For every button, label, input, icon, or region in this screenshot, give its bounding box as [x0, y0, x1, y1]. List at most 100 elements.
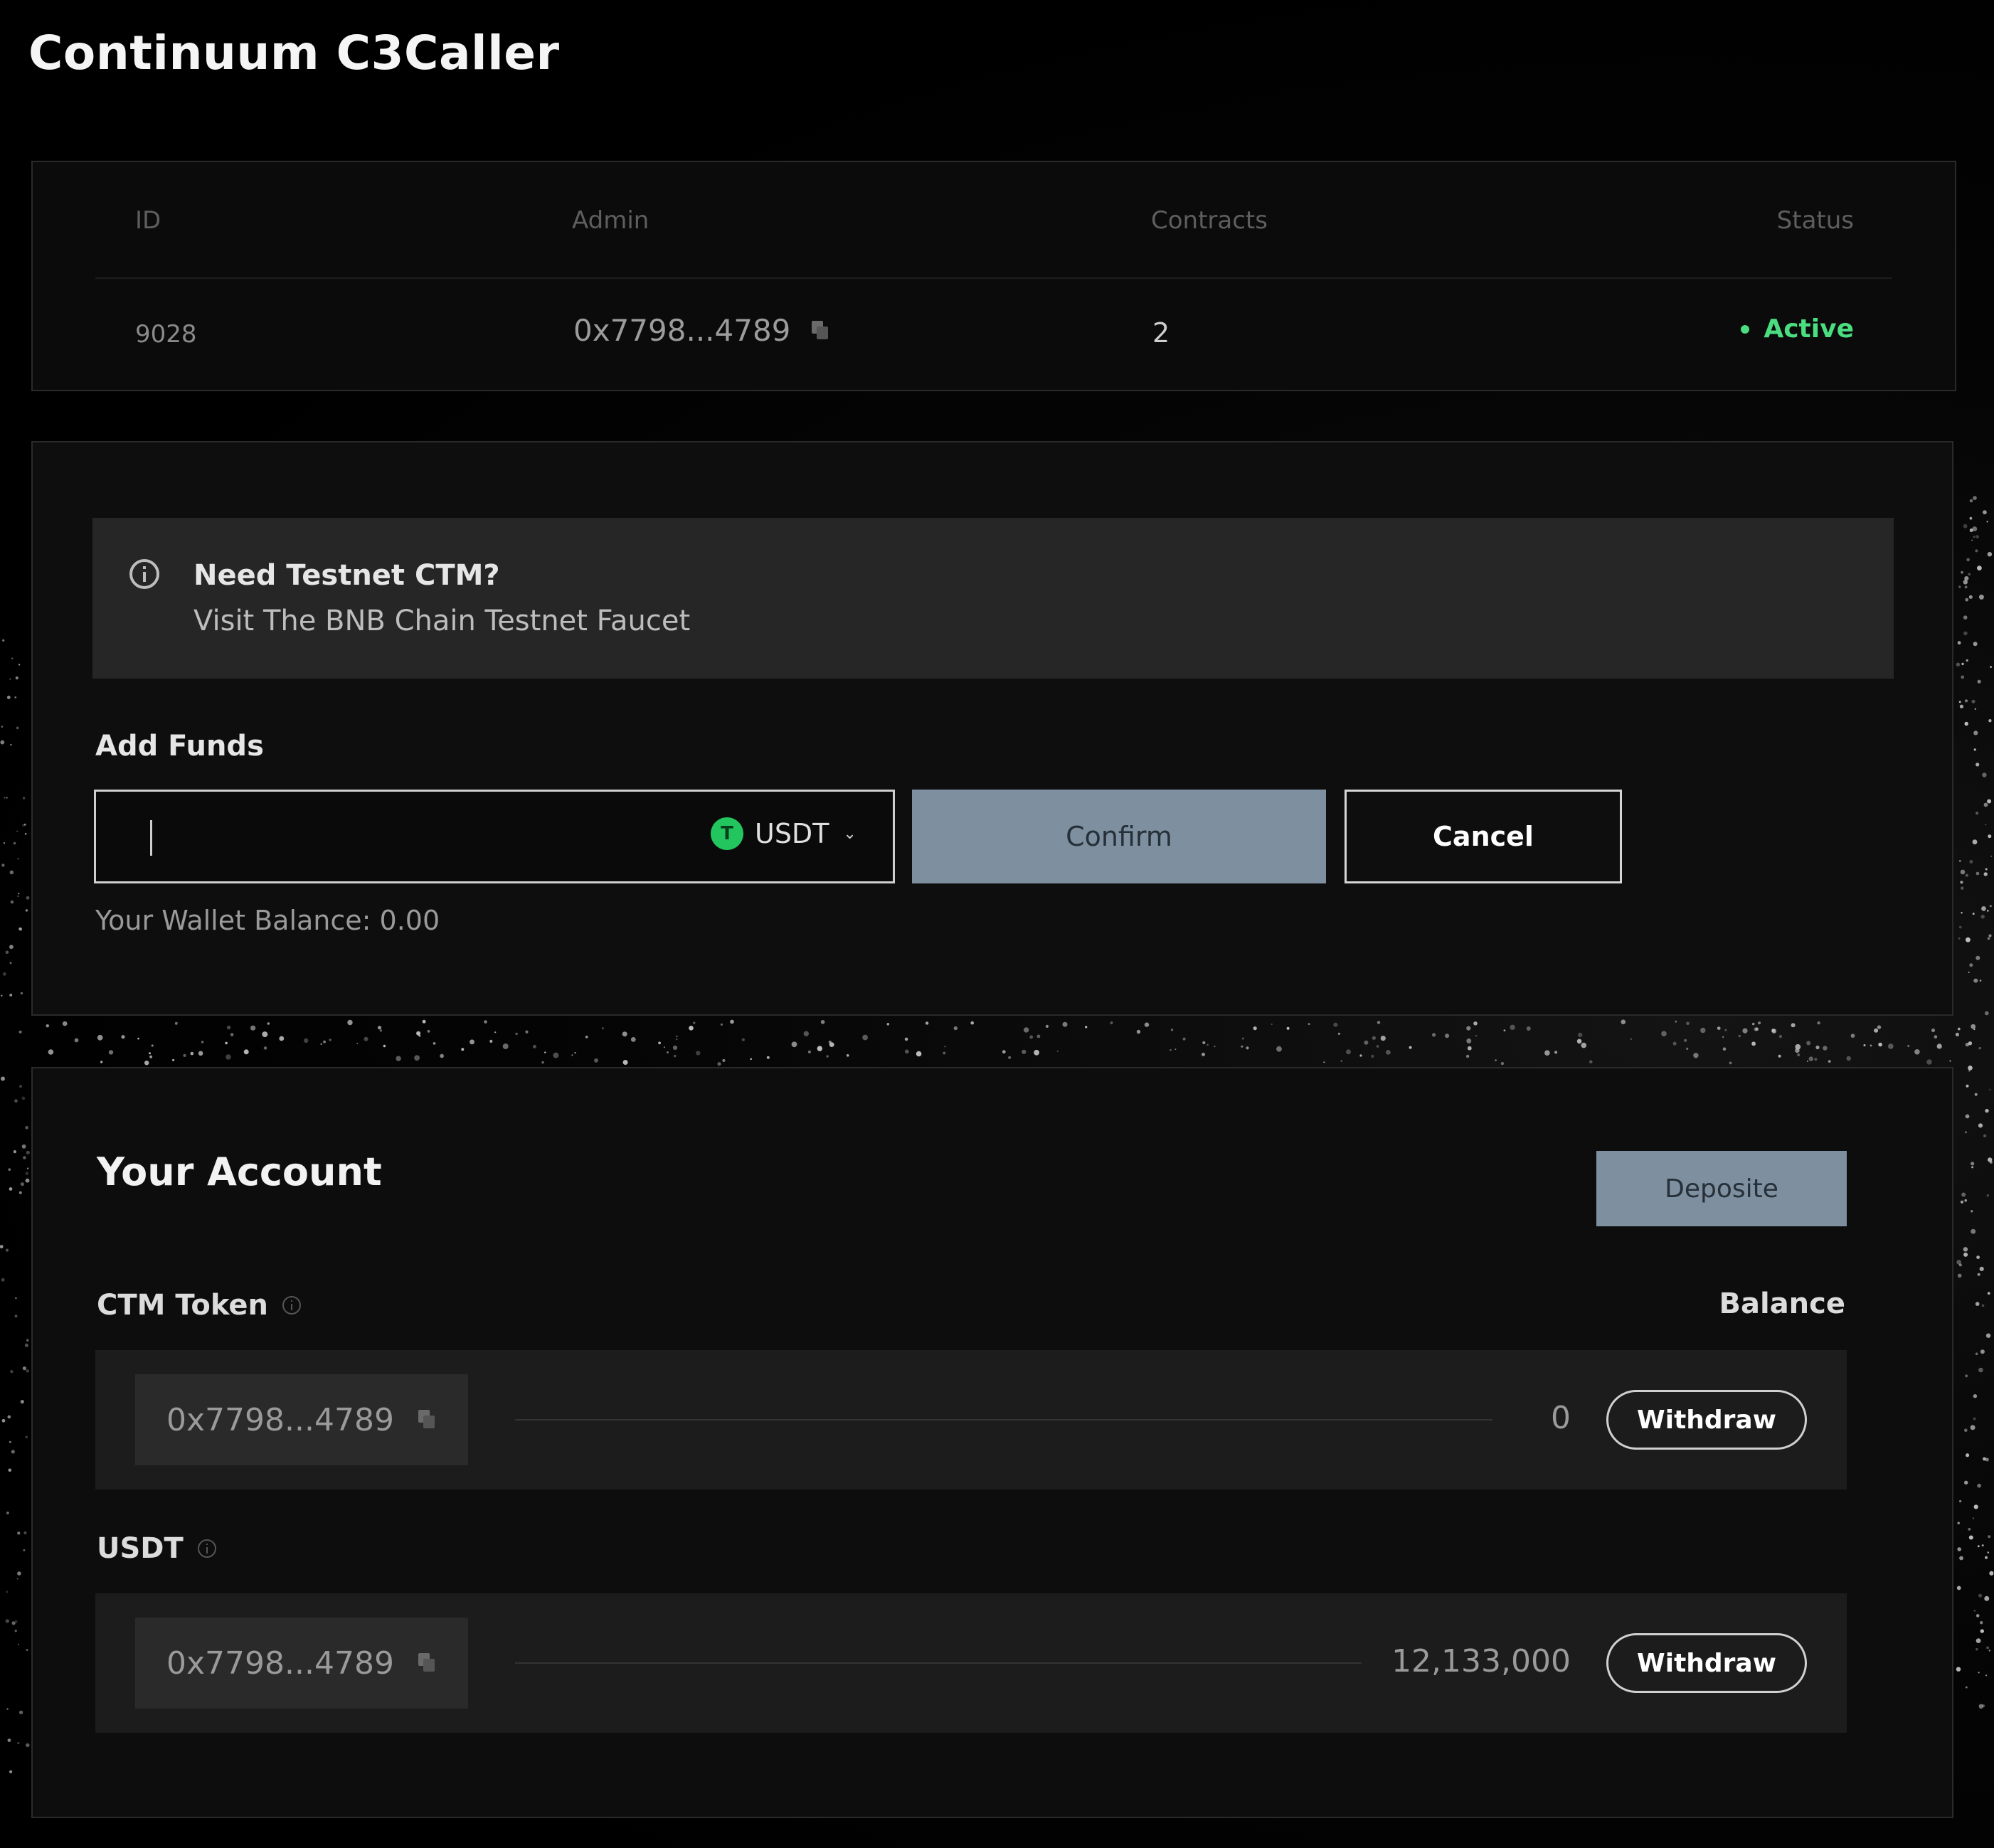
star: [198, 1051, 203, 1056]
confirm-button[interactable]: Confirm: [912, 790, 1326, 883]
star: [1778, 1034, 1783, 1039]
star: [364, 1036, 368, 1041]
star: [1957, 1522, 1960, 1524]
deposit-button[interactable]: Deposite: [1596, 1151, 1847, 1226]
star: [904, 1037, 908, 1041]
star: [22, 1366, 26, 1371]
header-admin: Admin: [572, 206, 649, 235]
star: [1907, 1045, 1910, 1047]
copy-icon[interactable]: [812, 320, 830, 341]
amount-field[interactable]: T USDT ⌄: [94, 790, 895, 883]
star: [1621, 1019, 1626, 1024]
star: [25, 1172, 29, 1175]
star: [190, 1051, 194, 1056]
star: [13, 1150, 16, 1154]
star: [1971, 1162, 1975, 1166]
star: [905, 1049, 909, 1054]
star: [1581, 1042, 1587, 1048]
star: [0, 1245, 4, 1249]
star: [622, 1060, 628, 1065]
star: [62, 1021, 68, 1026]
star: [553, 1052, 559, 1058]
star: [1926, 1059, 1932, 1065]
star: [741, 1038, 746, 1041]
star: [829, 1042, 834, 1047]
star: [1755, 1027, 1759, 1031]
text-caret: [150, 820, 152, 856]
info-icon[interactable]: [197, 1539, 216, 1558]
star: [10, 900, 14, 904]
star: [1969, 963, 1973, 967]
star: [1966, 1084, 1969, 1088]
star: [262, 1031, 268, 1038]
token-row-usdt: 0x7798...4789 12,133,000 Withdraw: [95, 1593, 1847, 1733]
star: [11, 1450, 15, 1454]
star: [1202, 1041, 1206, 1044]
star: [1973, 1028, 1976, 1031]
withdraw-button[interactable]: Withdraw: [1606, 1633, 1807, 1693]
star: [1686, 1047, 1689, 1050]
row-divider-line: [515, 1662, 1362, 1664]
chevron-down-icon: ⌄: [843, 824, 857, 843]
star: [1969, 516, 1973, 520]
star: [1961, 662, 1964, 666]
star: [149, 1055, 153, 1058]
star: [17, 858, 19, 860]
star: [1686, 1021, 1690, 1026]
star: [1978, 1704, 1983, 1709]
star: [18, 927, 23, 931]
star: [377, 1026, 382, 1030]
star: [1806, 1041, 1811, 1046]
star: [1958, 937, 1961, 940]
star: [17, 1643, 19, 1645]
star: [1823, 1046, 1828, 1051]
star: [594, 1058, 598, 1063]
star: [1970, 1425, 1976, 1430]
star: [1976, 1638, 1981, 1644]
copy-icon[interactable]: [418, 1653, 437, 1673]
star: [1955, 1032, 1959, 1036]
star: [17, 1531, 21, 1535]
star: [323, 1040, 326, 1044]
faucet-link[interactable]: Visit The BNB Chain Testnet Faucet: [193, 605, 690, 637]
withdraw-button[interactable]: Withdraw: [1606, 1390, 1807, 1450]
star: [1056, 1050, 1059, 1053]
star: [1975, 549, 1978, 553]
star: [6, 696, 11, 699]
star: [230, 1033, 234, 1036]
star: [1963, 524, 1968, 529]
star: [1965, 598, 1969, 602]
star: [1828, 1060, 1831, 1063]
star: [1684, 1039, 1687, 1042]
star: [1965, 1374, 1968, 1378]
star: [25, 1435, 28, 1439]
header-contracts: Contracts: [1151, 206, 1268, 235]
star: [1971, 1228, 1976, 1234]
token-dropdown[interactable]: T USDT ⌄: [711, 817, 857, 850]
cancel-button[interactable]: Cancel: [1345, 790, 1622, 883]
star: [6, 797, 9, 799]
star: [1510, 1024, 1515, 1031]
star: [1982, 1704, 1985, 1708]
star: [1931, 1028, 1936, 1033]
star: [1965, 1686, 1968, 1689]
star: [1968, 1535, 1973, 1540]
star: [1, 1418, 6, 1423]
info-icon[interactable]: [282, 1296, 301, 1315]
amount-input[interactable]: [160, 806, 704, 871]
star: [1983, 1457, 1986, 1461]
star: [8, 1168, 11, 1171]
copy-icon[interactable]: [418, 1410, 437, 1430]
star: [1979, 979, 1982, 982]
star: [846, 1054, 849, 1057]
star: [26, 1649, 28, 1652]
star: [1023, 1027, 1029, 1033]
star: [1972, 1517, 1974, 1519]
star: [1817, 1021, 1820, 1025]
star: [1308, 1023, 1310, 1026]
star: [1170, 1029, 1174, 1031]
star: [1045, 1024, 1049, 1028]
star: [1973, 1504, 1978, 1509]
star: [9, 945, 14, 950]
cell-contracts: 2: [1152, 317, 1170, 349]
